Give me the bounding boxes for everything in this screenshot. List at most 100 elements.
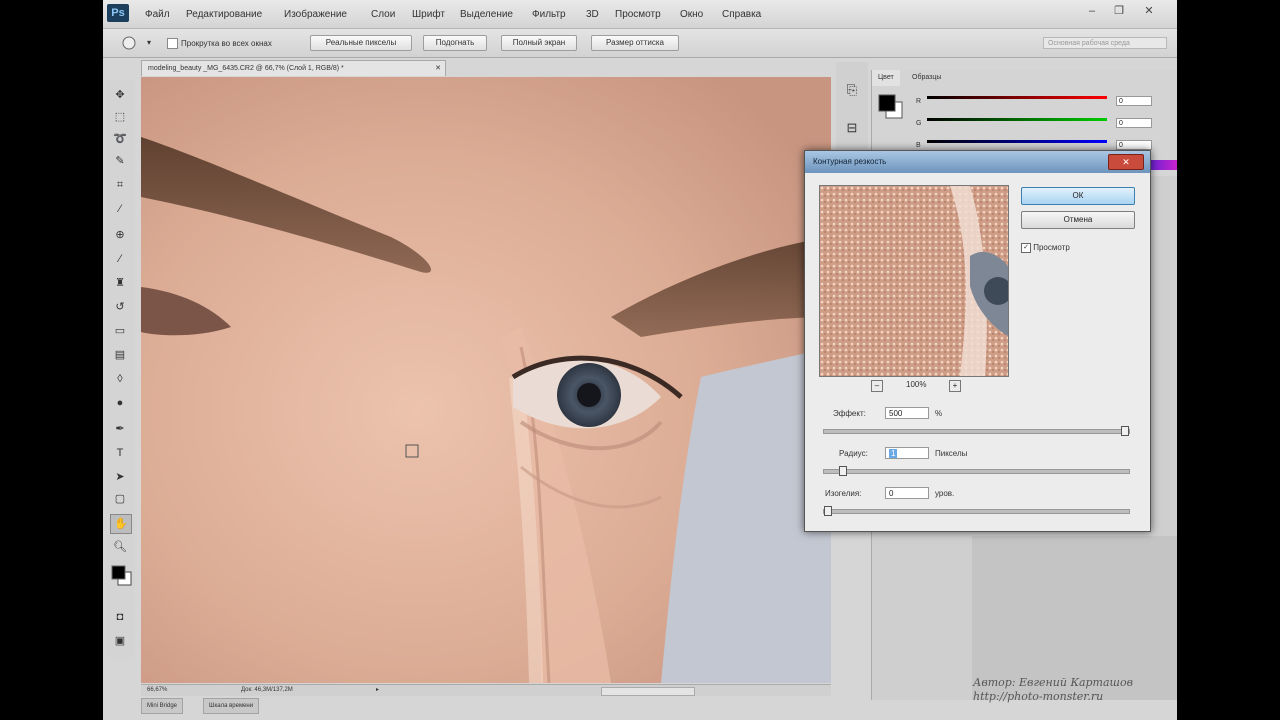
healing-brush-tool-icon[interactable]: ⊕	[110, 226, 130, 244]
menu-view[interactable]: Просмотр	[615, 9, 661, 20]
face-photo	[141, 77, 831, 683]
menu-help[interactable]: Справка	[722, 9, 761, 20]
amount-slider[interactable]	[823, 426, 1130, 436]
quick-select-tool-icon[interactable]: ✎	[110, 152, 130, 170]
screen-mode-icon[interactable]: ▣	[110, 632, 130, 650]
shape-tool-icon[interactable]: ▢	[110, 490, 130, 508]
tab-mini-bridge[interactable]: Mini Bridge	[141, 698, 184, 714]
history-panel-icon[interactable]: ⎘	[841, 80, 863, 100]
clone-stamp-tool-icon[interactable]: ♜	[110, 274, 130, 292]
r-label: R	[916, 98, 922, 105]
cancel-button[interactable]: Отмена	[1021, 211, 1135, 229]
all-windows-checkbox[interactable]	[167, 38, 178, 49]
radius-label: Радиус:	[839, 449, 868, 458]
fit-screen-button[interactable]: Подогнать	[423, 35, 487, 51]
menu-image[interactable]: Изображение	[284, 9, 347, 20]
radius-value: 1	[889, 449, 898, 458]
b-label: B	[916, 142, 921, 149]
menu-file[interactable]: Файл	[145, 9, 170, 20]
b-slider[interactable]	[927, 140, 1107, 143]
preview-check-icon[interactable]: ✓	[1021, 243, 1031, 253]
close-window-button[interactable]: ✕	[1138, 2, 1160, 20]
menu-edit[interactable]: Редактирование	[186, 9, 262, 20]
radius-slider-thumb[interactable]	[838, 466, 847, 476]
type-tool-icon[interactable]: T	[110, 444, 130, 462]
marquee-tool-icon[interactable]: ⬚	[110, 108, 130, 126]
lasso-tool-icon[interactable]: ➰	[110, 130, 130, 148]
menu-window[interactable]: Окно	[680, 9, 703, 20]
g-label: G	[916, 120, 922, 127]
status-arrow-icon[interactable]: ▸	[376, 685, 379, 696]
crop-tool-icon[interactable]: ⌗	[110, 176, 130, 194]
dodge-tool-icon[interactable]: ●	[110, 394, 130, 412]
zoom-field[interactable]: 66,67%	[147, 685, 167, 696]
workspace-switcher[interactable]: Основная рабочая среда	[1043, 37, 1167, 49]
threshold-input[interactable]: 0	[885, 487, 929, 499]
menu-type[interactable]: Шрифт	[412, 9, 445, 20]
gradient-tool-icon[interactable]: ▤	[110, 346, 130, 364]
eraser-tool-icon[interactable]: ▭	[110, 322, 130, 340]
preview-label: Просмотр	[1033, 243, 1070, 253]
document-title: modeling_beauty _MG_6435.CR2 @ 66,7% (Сл…	[148, 65, 344, 72]
amount-input[interactable]: 500	[885, 407, 929, 419]
tab-swatches[interactable]: Образцы	[906, 70, 947, 86]
hand-tool-preset-icon[interactable]	[121, 35, 139, 51]
blur-tool-icon[interactable]: ◊	[110, 370, 130, 388]
preview-checkbox[interactable]: ✓ Просмотр	[1021, 243, 1070, 253]
radius-slider[interactable]	[823, 466, 1130, 476]
ok-button[interactable]: ОК	[1021, 187, 1135, 205]
move-tool-icon[interactable]: ✥	[110, 86, 130, 104]
document-tab[interactable]: modeling_beauty _MG_6435.CR2 @ 66,7% (Сл…	[141, 60, 446, 76]
menu-layers[interactable]: Слои	[371, 9, 395, 20]
document-status-bar: 66,67% Док: 46,3M/137,2M ▸	[141, 684, 831, 696]
close-doc-icon[interactable]: ✕	[435, 61, 441, 76]
g-value[interactable]: 0	[1116, 118, 1152, 128]
preview-image	[820, 186, 1008, 376]
print-size-button[interactable]: Размер оттиска	[591, 35, 679, 51]
document-canvas[interactable]	[141, 77, 831, 683]
eyedropper-tool-icon[interactable]: ⁄	[110, 200, 130, 218]
history-brush-tool-icon[interactable]: ↺	[110, 298, 130, 316]
r-slider[interactable]	[927, 96, 1107, 99]
minimize-button[interactable]: –	[1081, 2, 1103, 20]
zoom-out-button[interactable]: –	[871, 380, 883, 392]
menu-filter[interactable]: Фильтр	[532, 9, 566, 20]
tab-color[interactable]: Цвет	[872, 70, 900, 86]
threshold-slider-thumb[interactable]	[824, 506, 832, 516]
properties-panel-icon[interactable]: ⊟	[841, 118, 863, 138]
zoom-in-button[interactable]: +	[949, 380, 961, 392]
quick-mask-icon[interactable]: ◘	[110, 608, 130, 626]
actual-pixels-button[interactable]: Реальные пикселы	[310, 35, 412, 51]
path-select-tool-icon[interactable]: ➤	[110, 468, 130, 486]
amount-label: Эффект:	[833, 409, 866, 418]
threshold-unit: уров.	[935, 489, 955, 498]
b-value[interactable]: 0	[1116, 140, 1152, 150]
dropdown-arrow-icon[interactable]: ▾	[147, 38, 151, 47]
fg-bg-color-icon[interactable]	[878, 94, 906, 122]
menu-3d[interactable]: 3D	[586, 9, 599, 20]
filter-preview[interactable]	[819, 185, 1009, 377]
dialog-titlebar: Контурная резкость ✕	[805, 151, 1150, 173]
horizontal-scrollbar[interactable]	[601, 687, 695, 696]
watermark-line2: http://photo-monster.ru	[973, 690, 1104, 703]
restore-button[interactable]: ❐	[1108, 2, 1130, 20]
menu-bar: Ps Файл Редактирование Изображение Слои …	[103, 0, 1177, 29]
r-value[interactable]: 0	[1116, 96, 1152, 106]
watermark-line1: Автор: Евгений Карташов	[973, 676, 1133, 689]
threshold-slider[interactable]	[823, 506, 1130, 516]
fill-screen-button[interactable]: Полный экран	[501, 35, 577, 51]
photoshop-window: Ps Файл Редактирование Изображение Слои …	[103, 0, 1177, 720]
amount-slider-thumb[interactable]	[1121, 426, 1129, 436]
menu-select[interactable]: Выделение	[460, 9, 513, 20]
hand-tool-icon[interactable]: ✋	[110, 514, 132, 534]
pen-tool-icon[interactable]: ✒	[110, 420, 130, 438]
g-slider[interactable]	[927, 118, 1107, 121]
brush-tool-icon[interactable]: ∕	[110, 250, 130, 268]
tab-timeline[interactable]: Шкала времени	[203, 698, 260, 714]
preview-zoom-level: 100%	[906, 380, 927, 389]
radius-input[interactable]: 1	[885, 447, 929, 459]
color-swatches-icon[interactable]	[110, 564, 134, 588]
amount-unit: %	[935, 409, 943, 418]
zoom-tool-icon[interactable]: 🔍︎	[110, 538, 130, 556]
dialog-close-button[interactable]: ✕	[1108, 154, 1144, 170]
